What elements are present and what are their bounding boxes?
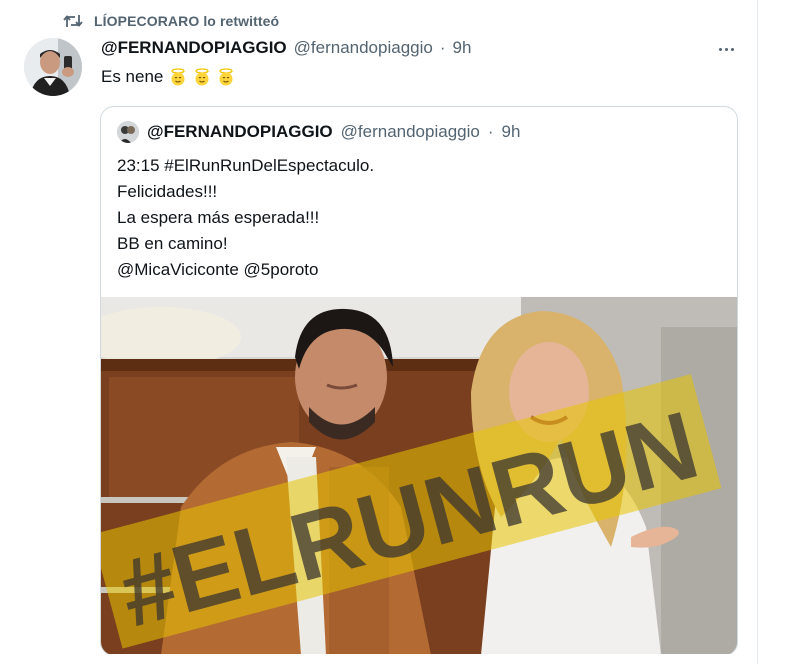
quoted-text-line: @MicaViciconte @5poroto [117,260,319,279]
angel-face-icon [219,68,234,86]
quoted-author-handle[interactable]: @fernandopiaggio [341,122,480,142]
retweet-icon [62,12,84,30]
tweet-text-content: Es nene [101,67,164,86]
author-avatar[interactable] [24,38,82,96]
separator-dot: · [487,122,494,141]
quoted-tweet-header: @FERNANDOPIAGGIO @fernandopiaggio · 9h [117,121,520,143]
angel-face-icon [171,68,186,86]
quoted-author-avatar[interactable] [117,121,139,143]
quoted-tweet-card[interactable]: @FERNANDOPIAGGIO @fernandopiaggio · 9h 2… [100,106,738,656]
quoted-text-line: La espera más esperada!!! [117,208,320,227]
tweet-timestamp[interactable]: 9h [453,38,472,58]
separator-dot: · [439,38,446,57]
angel-face-icon [195,68,210,86]
quoted-author-display-name[interactable]: @FERNANDOPIAGGIO [147,122,333,142]
timeline-divider [757,0,758,664]
quoted-text-line: 23:15 #ElRunRunDelEspectaculo. [117,156,375,175]
quoted-tweet-photo[interactable]: #ELRUNRUN [101,297,737,655]
tweet-text: Es nene [101,67,235,87]
quoted-tweet-text: 23:15 #ElRunRunDelEspectaculo. Felicidad… [117,153,374,283]
emoji-group [169,68,235,86]
retweet-label[interactable]: LÍOPECORARO lo retwitteó [94,13,279,29]
quoted-text-line: Felicidades!!! [117,182,218,201]
tweet-header: @FERNANDOPIAGGIO @fernandopiaggio · 9h [101,38,471,62]
bottom-edge [0,654,757,664]
retweet-banner[interactable]: LÍOPECORARO lo retwitteó [62,10,279,32]
quoted-text-line: BB en camino! [117,234,228,253]
author-display-name[interactable]: @FERNANDOPIAGGIO [101,38,287,58]
quoted-tweet-timestamp[interactable]: 9h [502,122,521,142]
more-options-button[interactable] [712,38,740,60]
author-handle[interactable]: @fernandopiaggio [294,38,433,58]
more-options-icon [718,47,722,51]
